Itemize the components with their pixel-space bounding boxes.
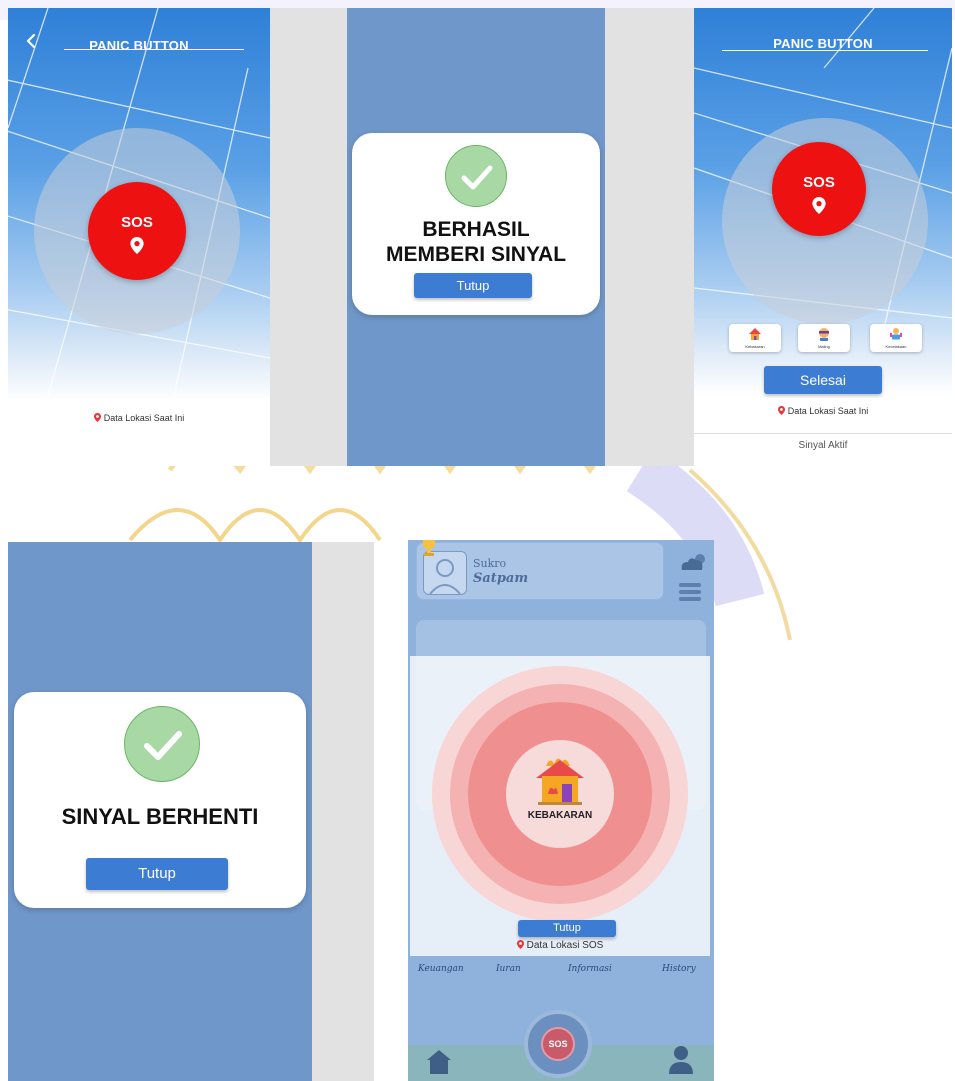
house-fire-icon <box>536 758 584 805</box>
close-button[interactable]: Tutup <box>518 920 616 937</box>
gutter <box>270 8 347 466</box>
location-pin-icon <box>516 940 524 949</box>
weather-icon <box>681 554 705 570</box>
stopped-screen: SINYAL BERHENTI Tutup <box>8 542 312 1081</box>
sos-label: SOS <box>803 174 835 191</box>
help-person-icon <box>890 328 902 340</box>
home-icon[interactable] <box>426 1048 452 1076</box>
category-chip-kebakaran[interactable]: Kebakaran <box>729 324 781 352</box>
alert-label: KEBAKARAN <box>527 810 593 821</box>
profile-card: Sukro Satpam <box>416 540 664 600</box>
panic-screen-active: PANIC BUTTON SOS Kebakaran Maling Kecela… <box>694 8 952 458</box>
category-label: Kecelakaan <box>885 344 907 349</box>
success-screen: BERHASIL MEMBERI SINYAL Tutup <box>347 8 605 466</box>
sos-fab[interactable]: SOS <box>524 1010 592 1078</box>
check-circle <box>124 706 200 782</box>
location-pin-icon <box>93 413 101 422</box>
user-role: Satpam <box>473 571 529 586</box>
location-row: Data Lokasi Saat Ini <box>694 406 952 416</box>
thief-icon <box>819 328 829 341</box>
location-pin-icon <box>130 237 144 254</box>
status-divider <box>694 433 952 434</box>
menu-icon[interactable] <box>678 582 702 602</box>
panic-screen-idle: PANIC BUTTON SOS Data Lokasi Saat Ini <box>8 8 270 466</box>
close-button[interactable]: Tutup <box>86 858 228 890</box>
home-alert-screen: Sukro Satpam KEBAKARAN Tutup Data Lokasi… <box>408 540 714 1081</box>
sos-label: SOS <box>548 1039 568 1049</box>
nav-iuran[interactable]: Iuran <box>496 964 521 974</box>
category-label: Kebakaran <box>745 344 765 349</box>
page-title: PANIC BUTTON <box>89 38 189 53</box>
location-label: Data Lokasi SOS <box>526 940 604 951</box>
sos-button[interactable]: SOS <box>88 182 186 280</box>
category-chip-kecelakaan[interactable]: Kecelakaan <box>870 324 922 352</box>
finish-button[interactable]: Selesai <box>764 366 882 394</box>
location-row: Data Lokasi SOS <box>410 940 710 951</box>
check-icon <box>461 165 493 190</box>
avatar <box>423 551 467 595</box>
check-icon <box>144 731 182 760</box>
alert-core[interactable]: KEBAKARAN <box>506 740 614 848</box>
page-title: PANIC BUTTON <box>773 36 873 51</box>
category-label: Maling <box>818 344 830 349</box>
avatar-icon <box>429 559 461 595</box>
location-label: Data Lokasi Saat Ini <box>103 413 185 423</box>
user-name: Sukro <box>473 557 507 570</box>
dialog-title: BERHASIL MEMBERI SINYAL <box>385 218 567 267</box>
success-dialog: BERHASIL MEMBERI SINYAL Tutup <box>352 133 600 315</box>
nav-keuangan[interactable]: Keuangan <box>418 964 464 974</box>
alert-overlay: KEBAKARAN Tutup Data Lokasi SOS <box>410 656 710 956</box>
location-pin-icon <box>812 197 826 214</box>
gutter <box>605 8 694 466</box>
house-fire-icon <box>749 328 761 340</box>
dialog-title: SINYAL BERHENTI <box>61 804 259 829</box>
close-button[interactable]: Tutup <box>414 273 532 298</box>
check-circle <box>445 145 507 207</box>
status-label: Sinyal Aktif <box>798 440 848 451</box>
sos-fab-inner: SOS <box>541 1027 575 1061</box>
location-row: Data Lokasi Saat Ini <box>8 413 270 423</box>
nav-informasi[interactable]: Informasi <box>568 964 612 974</box>
location-pin-icon <box>777 406 785 415</box>
stopped-dialog: SINYAL BERHENTI Tutup <box>14 692 306 908</box>
category-chip-maling[interactable]: Maling <box>798 324 850 352</box>
location-label: Data Lokasi Saat Ini <box>787 406 869 416</box>
gutter <box>374 542 408 1081</box>
nav-history[interactable]: History <box>662 964 696 974</box>
sos-label: SOS <box>121 214 153 231</box>
profile-icon[interactable] <box>666 1044 696 1076</box>
gutter <box>312 542 374 1081</box>
sos-button[interactable]: SOS <box>772 142 866 236</box>
trophy-icon <box>423 540 435 556</box>
